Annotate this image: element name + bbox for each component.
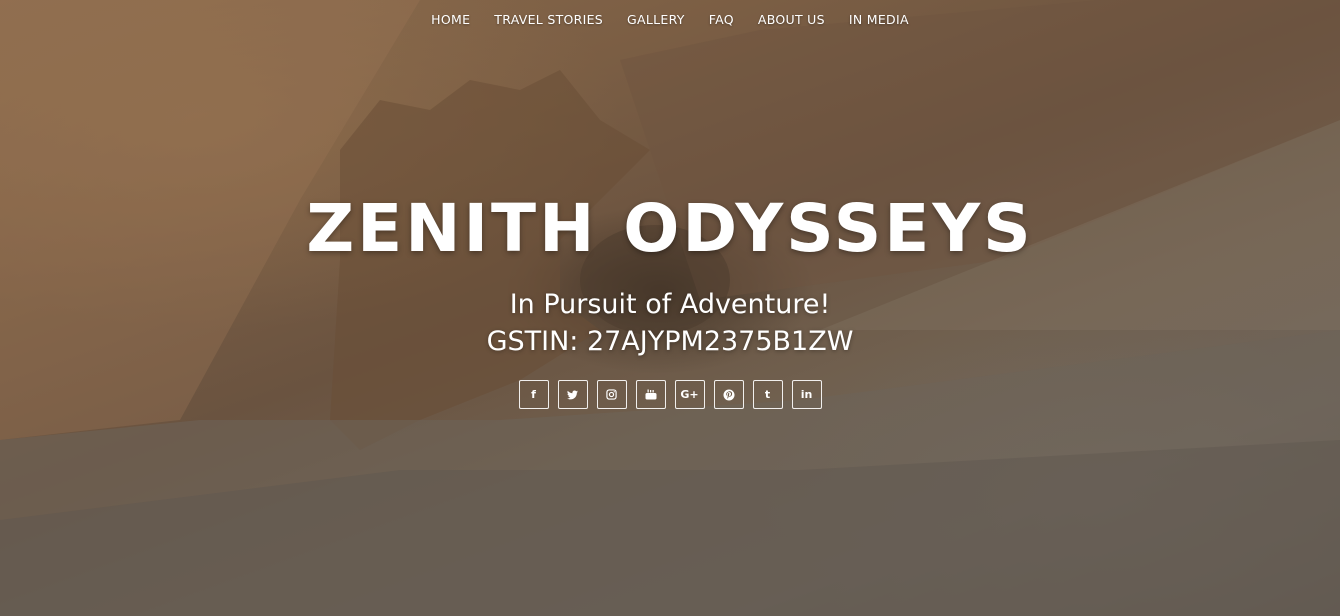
nav-item-home[interactable]: HOME <box>431 12 470 27</box>
social-links: f G+ t in <box>0 380 1340 409</box>
pinterest-glyph <box>723 389 734 400</box>
facebook-icon[interactable]: f <box>518 380 549 409</box>
youtube-glyph <box>645 389 656 400</box>
hero-section: HOME TRAVEL STORIES GALLERY FAQ ABOUT US… <box>0 0 1340 616</box>
instagram-icon[interactable] <box>596 380 627 409</box>
nav-item-about-us[interactable]: ABOUT US <box>758 12 825 27</box>
google-plus-icon[interactable]: G+ <box>674 380 705 409</box>
pinterest-icon[interactable] <box>713 380 744 409</box>
nav-item-in-media[interactable]: IN MEDIA <box>849 12 909 27</box>
instagram-glyph <box>606 389 617 400</box>
twitter-icon[interactable] <box>557 380 588 409</box>
twitter-glyph <box>567 389 578 399</box>
nav-item-faq[interactable]: FAQ <box>709 12 734 27</box>
linkedin-icon[interactable]: in <box>791 380 822 409</box>
google-plus-glyph: G+ <box>680 388 699 401</box>
tumblr-glyph: t <box>764 388 771 401</box>
site-title: ZENITH ODYSSEYS <box>306 190 1034 267</box>
gstin-number: GSTIN: 27AJYPM2375B1ZW <box>486 326 854 357</box>
facebook-glyph: f <box>531 388 536 401</box>
nav-item-travel-stories[interactable]: TRAVEL STORIES <box>494 12 603 27</box>
youtube-icon[interactable] <box>635 380 666 409</box>
nav-item-gallery[interactable]: GALLERY <box>627 12 685 27</box>
linkedin-glyph: in <box>800 388 813 401</box>
tumblr-icon[interactable]: t <box>752 380 783 409</box>
site-tagline: In Pursuit of Adventure! <box>509 289 831 320</box>
main-nav: HOME TRAVEL STORIES GALLERY FAQ ABOUT US… <box>0 0 1340 38</box>
